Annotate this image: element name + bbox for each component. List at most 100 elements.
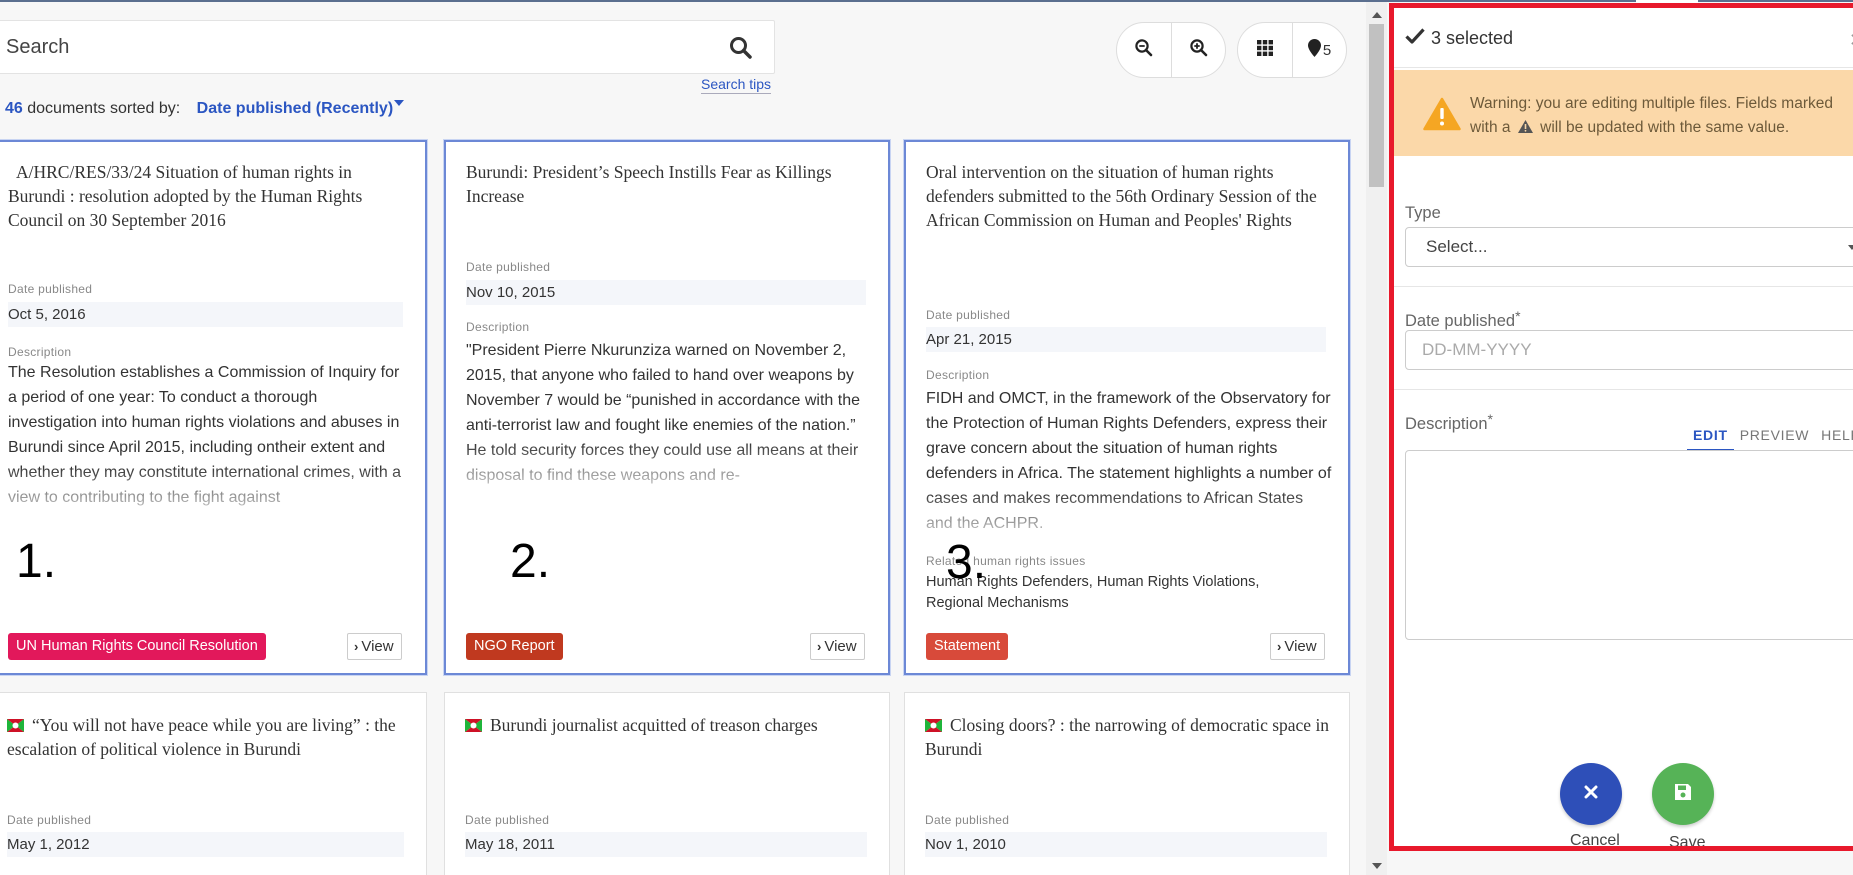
results-summary: 46 documents sorted by: Date published (… bbox=[5, 100, 405, 118]
date-published-value: Nov 1, 2010 bbox=[925, 832, 1327, 857]
badge-label: NGO Report bbox=[474, 638, 555, 654]
chevron-right-icon: › bbox=[817, 639, 822, 654]
scroll-up-arrow-icon[interactable] bbox=[1372, 12, 1382, 18]
required-mark: * bbox=[1515, 308, 1521, 324]
map-pin-icon bbox=[1307, 38, 1321, 62]
type-select[interactable]: Select... bbox=[1405, 227, 1853, 267]
document-card[interactable]: “You will not have peace while you are l… bbox=[0, 692, 427, 875]
date-published-label: Date published bbox=[926, 308, 1011, 322]
date-published-label: Date published bbox=[7, 813, 92, 827]
multi-edit-panel: 3 selected ✕ Warning: you are editing mu… bbox=[1389, 3, 1853, 851]
card-description: FIDH and OMCT, in the framework of the O… bbox=[926, 390, 1332, 532]
card-title-text: “You will not have peace while you are l… bbox=[7, 715, 396, 759]
grid-view-button[interactable] bbox=[1238, 23, 1292, 77]
date-published-value: May 1, 2012 bbox=[7, 832, 404, 857]
tab-preview[interactable]: PREVIEW bbox=[1734, 427, 1815, 451]
document-card[interactable]: Oral intervention on the situation of hu… bbox=[904, 140, 1350, 675]
date-published-label: Date published bbox=[925, 813, 1010, 827]
select-caret-icon bbox=[1848, 245, 1853, 250]
burundi-flag-icon bbox=[924, 714, 943, 733]
warning-line-1: Warning: you are editing multiple files.… bbox=[1470, 95, 1833, 112]
date-label-text: Date published bbox=[1405, 312, 1516, 330]
check-icon bbox=[1405, 27, 1425, 45]
card-title: Closing doors? : the narrowing of democr… bbox=[924, 713, 1335, 761]
document-card[interactable]: A/HRC/RES/33/24 Situation of human right… bbox=[0, 140, 427, 675]
date-published-value: Apr 21, 2015 bbox=[926, 327, 1326, 352]
zoom-out-button[interactable] bbox=[1117, 23, 1171, 77]
divider bbox=[1394, 389, 1853, 390]
card-title: Oral intervention on the situation of hu… bbox=[926, 162, 1317, 230]
date-published-value: May 18, 2011 bbox=[465, 832, 867, 857]
chevron-right-icon: › bbox=[354, 639, 359, 654]
scroll-down-arrow-icon[interactable] bbox=[1372, 863, 1382, 869]
tab-edit[interactable]: EDIT bbox=[1687, 427, 1734, 451]
required-mark: * bbox=[1487, 411, 1493, 427]
sort-value: Date published (Recently) bbox=[196, 100, 394, 117]
divider bbox=[1394, 286, 1853, 287]
chevron-right-icon: › bbox=[1277, 639, 1282, 654]
inline-warning-icon bbox=[1517, 118, 1534, 142]
view-button[interactable]: › View bbox=[347, 633, 402, 660]
date-published-field-label: Date published* bbox=[1405, 308, 1521, 331]
close-icon[interactable]: ✕ bbox=[1849, 30, 1853, 51]
results-count: 46 bbox=[5, 100, 23, 117]
search-bar bbox=[0, 20, 775, 74]
app-window: Search tips bbox=[0, 0, 1853, 875]
zoom-controls bbox=[1116, 22, 1226, 78]
cancel-button[interactable] bbox=[1560, 763, 1622, 825]
card-description: The Resolution establishes a Commission … bbox=[8, 364, 402, 506]
card-title: Burundi journalist acquitted of treason … bbox=[464, 713, 875, 737]
floppy-disk-icon bbox=[1674, 783, 1692, 806]
description-field-label: Description* bbox=[1405, 411, 1493, 434]
date-published-input[interactable] bbox=[1405, 330, 1853, 370]
card-description: "President Pierre Nkurunziza warned on N… bbox=[466, 342, 861, 484]
map-view-button[interactable]: 5 bbox=[1292, 23, 1346, 77]
zoom-in-icon bbox=[1189, 38, 1209, 63]
date-published-label: Date published bbox=[465, 813, 550, 827]
view-controls: 5 bbox=[1237, 22, 1347, 78]
description-label-text: Description bbox=[1405, 415, 1488, 433]
search-icon[interactable] bbox=[728, 35, 754, 61]
type-select-value: Select... bbox=[1426, 237, 1488, 256]
type-label: Type bbox=[1405, 204, 1441, 222]
save-button[interactable] bbox=[1652, 763, 1714, 825]
document-type-badge: NGO Report bbox=[466, 633, 563, 660]
date-published-value: Oct 5, 2016 bbox=[8, 302, 403, 327]
top-border bbox=[0, 0, 1853, 2]
card-title: “You will not have peace while you are l… bbox=[6, 713, 412, 761]
scroll-thumb[interactable] bbox=[1369, 24, 1384, 187]
annotation-number: 2. bbox=[510, 535, 551, 588]
grid-icon bbox=[1257, 39, 1273, 61]
warning-line-2: with a will be updated with the same val… bbox=[1470, 116, 1850, 142]
pin-count: 5 bbox=[1322, 41, 1332, 59]
markdown-tabs: EDIT PREVIEW HELP bbox=[1687, 427, 1853, 451]
multi-edit-warning: Warning: you are editing multiple files.… bbox=[1394, 70, 1853, 156]
document-type-badge: Statement bbox=[926, 633, 1009, 660]
description-label: Description bbox=[926, 368, 990, 382]
warning-text: Warning: you are editing multiple files.… bbox=[1470, 92, 1850, 142]
selected-count: 3 selected bbox=[1431, 28, 1514, 48]
document-card[interactable]: Burundi journalist acquitted of treason … bbox=[444, 692, 890, 875]
search-input[interactable] bbox=[0, 35, 699, 59]
zoom-in-button[interactable] bbox=[1171, 23, 1225, 77]
description-textarea[interactable] bbox=[1405, 450, 1853, 640]
document-card[interactable]: Burundi: President’s Speech Instills Fea… bbox=[444, 140, 890, 675]
save-label: Save bbox=[1669, 834, 1706, 851]
document-card[interactable]: Closing doors? : the narrowing of democr… bbox=[904, 692, 1350, 875]
sort-dropdown[interactable]: Date published (Recently) bbox=[196, 100, 405, 117]
view-button[interactable]: › View bbox=[1270, 633, 1325, 660]
document-type-badge: UN Human Rights Council Resolution bbox=[8, 633, 266, 660]
search-tips-link[interactable]: Search tips bbox=[701, 76, 772, 94]
sorted-by-label: documents sorted by: bbox=[27, 100, 181, 117]
date-published-value: Nov 10, 2015 bbox=[466, 280, 866, 305]
view-button[interactable]: › View bbox=[810, 633, 865, 660]
results-scrollbar[interactable] bbox=[1366, 2, 1387, 875]
burundi-flag-icon bbox=[6, 714, 25, 733]
warning-line-2b: will be updated with the same value. bbox=[1540, 119, 1790, 136]
description-label: Description bbox=[466, 320, 530, 334]
close-icon bbox=[1584, 785, 1598, 804]
date-published-label: Date published bbox=[466, 260, 551, 274]
date-published-label: Date published bbox=[8, 282, 93, 296]
card-title-text: Burundi journalist acquitted of treason … bbox=[490, 715, 818, 735]
tab-help[interactable]: HELP bbox=[1815, 427, 1853, 451]
